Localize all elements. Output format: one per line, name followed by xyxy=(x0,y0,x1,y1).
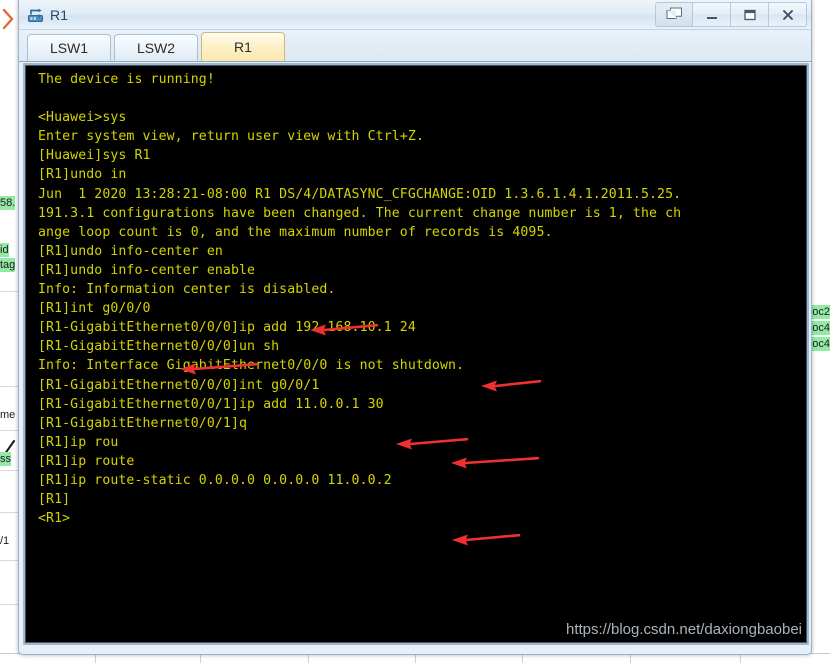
tab-label: LSW1 xyxy=(49,40,89,56)
window-controls xyxy=(655,2,807,27)
minimize-window-button[interactable] xyxy=(693,2,731,27)
background-text-fragment: me xyxy=(0,409,16,421)
bg-rule xyxy=(0,560,18,561)
bg-rule xyxy=(0,430,18,431)
cascade-windows-icon xyxy=(666,7,682,19)
background-text-fragment: 58. xyxy=(0,196,16,210)
window-titlebar[interactable]: R1 xyxy=(19,0,811,30)
tab-lsw2[interactable]: LSW2 xyxy=(114,34,198,61)
background-text-fragment: ss xyxy=(0,452,11,466)
arrow-ip-route-static xyxy=(452,533,521,551)
bg-rule xyxy=(0,512,18,513)
bg-rule xyxy=(0,386,18,387)
terminal-panel: The device is running! <Huawei>sys Enter… xyxy=(23,63,809,645)
terminal-text: The device is running! <Huawei>sys Enter… xyxy=(38,72,682,527)
bg-rule xyxy=(0,291,18,292)
background-text-fragment: oc4 xyxy=(812,337,830,351)
terminal-output[interactable]: The device is running! <Huawei>sys Enter… xyxy=(25,65,807,643)
tab-label: R1 xyxy=(234,39,252,55)
window-title: R1 xyxy=(50,6,69,23)
background-text-fragment: oc2 xyxy=(812,305,830,319)
maximize-window-button[interactable] xyxy=(731,2,769,27)
tab-label: LSW2 xyxy=(136,40,176,56)
router-icon xyxy=(26,5,45,24)
close-icon xyxy=(782,9,793,20)
minimize-icon xyxy=(706,16,717,19)
background-text-fragment: /1 xyxy=(0,535,10,547)
bg-rule xyxy=(0,470,18,471)
background-text-fragment: id xyxy=(0,243,9,257)
chevron-right-icon xyxy=(2,8,14,30)
background-text-fragment: tag xyxy=(0,258,16,272)
maximize-icon xyxy=(743,9,756,20)
bg-rule xyxy=(0,604,18,605)
close-window-button[interactable] xyxy=(769,2,807,27)
tab-r1[interactable]: R1 xyxy=(201,32,285,61)
device-tabs: LSW1 LSW2 R1 xyxy=(19,30,811,62)
restore-window-button[interactable] xyxy=(655,2,693,27)
console-window: R1 LSW1 LSW2 R1 The device is running! <… xyxy=(18,0,812,655)
watermark-text: https://blog.csdn.net/daxiongbaobei xyxy=(565,621,802,638)
tab-lsw1[interactable]: LSW1 xyxy=(27,34,111,61)
background-text-fragment: oc4 xyxy=(812,321,830,335)
